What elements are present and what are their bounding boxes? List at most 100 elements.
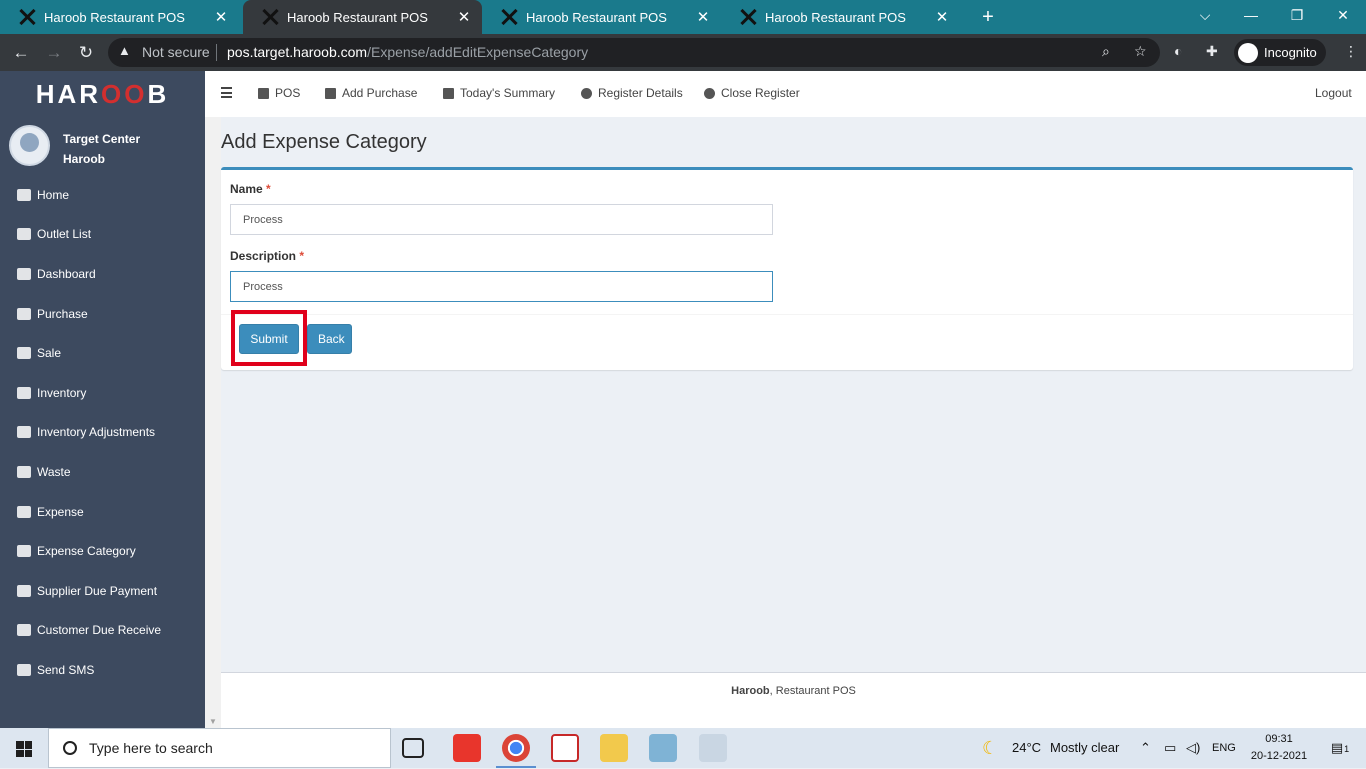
close-window-icon[interactable]: ✕	[1320, 0, 1366, 30]
list-icon	[17, 228, 31, 241]
footer-brand: Haroob	[731, 685, 770, 697]
snipping-tool-app-icon[interactable]	[699, 734, 727, 762]
sidebar-item-customer-due-receive[interactable]: Customer Due Receive	[0, 611, 205, 651]
nav-close-register[interactable]: Close Register	[704, 86, 800, 100]
nav-add-purchase-label: Add Purchase	[342, 86, 418, 100]
clock-time: 09:31	[1265, 733, 1293, 745]
money-icon	[17, 505, 31, 518]
tab-title: Haroob Restaurant POS	[765, 9, 906, 25]
main-content: Add Expense Category Name * Description …	[221, 117, 1366, 672]
zoom-search-icon[interactable]: ⌕	[1102, 43, 1110, 60]
haroob-logo[interactable]: HAR OO B	[0, 71, 205, 117]
scroll-down-icon[interactable]: ▼	[209, 717, 217, 726]
close-tab-icon[interactable]: ✕	[456, 8, 472, 26]
incognito-label: Incognito	[1264, 45, 1317, 60]
reload-icon[interactable]: ↻	[73, 40, 99, 66]
new-tab-icon[interactable]: +	[978, 4, 998, 30]
nav-logout[interactable]: Logout	[1315, 86, 1352, 100]
sidebar-item-waste[interactable]: Waste	[0, 452, 205, 492]
tab-title: Haroob Restaurant POS	[526, 9, 667, 25]
sidebar-item-sale[interactable]: Sale	[0, 333, 205, 373]
weather-temp[interactable]: 24°C	[1012, 728, 1041, 768]
sidebar-scrollbar[interactable]: ▼	[205, 71, 221, 728]
file-explorer-app-icon[interactable]	[600, 734, 628, 762]
anydesk-app-icon[interactable]	[453, 734, 481, 762]
extension-shield-icon[interactable]: ◐	[1174, 43, 1182, 59]
sidebar-item-expense-category[interactable]: Expense Category	[0, 531, 205, 571]
name-label-text: Name	[230, 182, 263, 196]
sms-icon	[17, 663, 31, 676]
nav-pos-label: POS	[275, 86, 301, 100]
cutlery-icon	[17, 347, 31, 360]
close-tab-icon[interactable]: ✕	[934, 8, 950, 26]
restore-icon[interactable]: ❐	[1274, 0, 1320, 30]
minimize-icon[interactable]: —	[1228, 0, 1274, 30]
extensions-puzzle-icon[interactable]: ✚	[1206, 43, 1218, 60]
moon-weather-icon: ☾	[982, 738, 999, 758]
back-button[interactable]: Back	[307, 324, 352, 354]
browser-tab[interactable]: Haroob Restaurant POS ✕	[721, 0, 960, 34]
taskbar-search-placeholder: Type here to search	[89, 740, 213, 756]
incognito-icon	[1238, 42, 1258, 63]
browser-tab[interactable]: Haroob Restaurant POS ✕	[0, 0, 239, 34]
back-arrow-icon[interactable]: ←	[8, 40, 34, 66]
browser-toolbar: ← → ↻ ▲ Not secure pos.target.haroob.com…	[0, 34, 1366, 71]
address-bar[interactable]: ▲ Not secure pos.target.haroob.com/Expen…	[108, 38, 1160, 67]
notification-center[interactable]: ▤1	[1326, 728, 1354, 768]
nav-register-details-label: Register Details	[598, 86, 683, 100]
page-footer: Haroob, Restaurant POS	[221, 672, 1366, 728]
sidebar-item-label: Supplier Due Payment	[37, 583, 158, 598]
nav-todays-summary[interactable]: Today's Summary	[443, 86, 555, 100]
bookmark-star-icon[interactable]: ☆	[1134, 43, 1147, 60]
browser-tab-active[interactable]: Haroob Restaurant POS ✕	[243, 0, 482, 34]
category-list-icon	[17, 545, 31, 558]
description-label: Description *	[230, 249, 304, 263]
sidebar: HAR OO B Target Center Haroob Home Outlet L…	[0, 71, 205, 728]
taskbar-search-box[interactable]: Type here to search	[48, 728, 391, 768]
sidebar-item-expense[interactable]: Expense	[0, 492, 205, 532]
sidebar-menu: Home Outlet List Dashboard Purchase Sale Inve…	[0, 175, 205, 690]
nav-register-details[interactable]: Register Details	[581, 86, 683, 100]
sidebar-item-home[interactable]: Home	[0, 175, 205, 215]
sidebar-item-purchase[interactable]: Purchase	[0, 294, 205, 334]
language-indicator[interactable]: ENG	[1212, 728, 1236, 768]
hamburger-menu-icon[interactable]	[221, 87, 232, 101]
taskbar-clock[interactable]: 09:31 20-12-2021	[1244, 731, 1314, 765]
haroob-favicon-icon	[500, 8, 518, 26]
sidebar-item-dashboard[interactable]: Dashboard	[0, 254, 205, 294]
search-icon	[63, 741, 77, 755]
sidebar-item-outlet-list[interactable]: Outlet List	[0, 215, 205, 255]
not-secure-label: Not secure	[142, 44, 210, 60]
sidebar-item-inventory-adjustments[interactable]: Inventory Adjustments	[0, 413, 205, 453]
nav-pos[interactable]: POS	[258, 86, 300, 100]
browser-tab[interactable]: Haroob Restaurant POS ✕	[482, 0, 721, 34]
chrome-app-icon[interactable]	[496, 734, 536, 768]
tab-search-chevron-icon[interactable]: ⌵	[1182, 0, 1228, 30]
money-icon	[17, 584, 31, 597]
volume-icon[interactable]: ◁)	[1186, 728, 1200, 768]
tray-chevron-up-icon[interactable]: ⌃	[1140, 728, 1151, 768]
task-view-icon[interactable]	[402, 738, 424, 758]
sidebar-item-send-sms[interactable]: Send SMS	[0, 650, 205, 690]
menu-kebab-icon[interactable]: ⋮	[1344, 43, 1358, 60]
trash-icon	[17, 465, 31, 478]
submit-button[interactable]: Submit	[239, 324, 299, 354]
notification-count-badge: 1	[1344, 744, 1350, 754]
close-tab-icon[interactable]: ✕	[213, 8, 229, 26]
sidebar-item-label: Expense	[37, 504, 84, 519]
sidebar-item-inventory[interactable]: Inventory	[0, 373, 205, 413]
windows-start-button[interactable]	[0, 728, 48, 768]
description-label-text: Description	[230, 249, 297, 263]
wps-office-app-icon[interactable]	[551, 734, 579, 762]
sidebar-item-supplier-due-payment[interactable]: Supplier Due Payment	[0, 571, 205, 611]
battery-icon[interactable]: ▭	[1164, 728, 1176, 768]
forward-arrow-icon[interactable]: →	[41, 40, 67, 66]
description-input[interactable]	[230, 271, 773, 302]
notepad-app-icon[interactable]	[649, 734, 677, 762]
incognito-badge[interactable]: Incognito	[1234, 39, 1326, 66]
url-host: pos.target.haroob.com	[227, 44, 368, 60]
nav-add-purchase[interactable]: Add Purchase	[325, 86, 417, 100]
close-tab-icon[interactable]: ✕	[695, 8, 711, 26]
name-input[interactable]	[230, 204, 773, 235]
weather-text[interactable]: Mostly clear	[1050, 728, 1119, 768]
